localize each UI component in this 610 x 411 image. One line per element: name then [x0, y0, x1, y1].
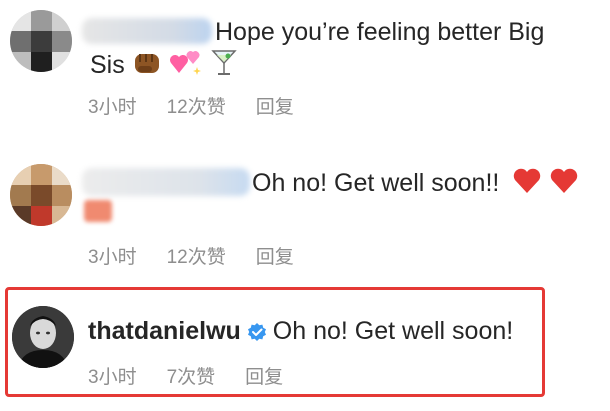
comment-text-line2: Sis	[90, 47, 238, 84]
username[interactable]: thatdanielwu	[88, 317, 241, 345]
cocktail-emoji	[210, 47, 238, 84]
like-count[interactable]: 12次赞	[167, 242, 226, 269]
blurred-username	[82, 18, 212, 44]
red-heart-emoji	[512, 167, 542, 202]
like-count[interactable]: 7次赞	[167, 362, 216, 389]
comment-time: 3小时	[88, 247, 137, 268]
verified-badge-icon	[247, 319, 267, 349]
red-heart-emoji	[549, 167, 579, 202]
fist-emoji	[132, 49, 162, 84]
blurred-emoji	[84, 200, 112, 222]
reply-button[interactable]: 回复	[256, 242, 294, 269]
comment-meta: 3小时 7次赞 回复	[88, 362, 283, 389]
comment-text: thatdanielwu Oh no! Get well soon!	[88, 316, 513, 349]
reply-button[interactable]: 回复	[256, 92, 294, 119]
avatar[interactable]	[10, 164, 72, 226]
comment-meta: 3小时 12次赞 回复	[88, 242, 294, 269]
sparkling-hearts-emoji	[169, 49, 203, 84]
comment-meta: 3小时 12次赞 回复	[88, 92, 294, 119]
reply-button[interactable]: 回复	[245, 362, 283, 389]
like-count[interactable]: 12次赞	[167, 92, 226, 119]
avatar[interactable]	[12, 306, 74, 368]
comment-text: Hope you’re feeling better Big	[215, 18, 545, 46]
comment-text: Oh no! Get well soon!!	[252, 167, 579, 202]
avatar[interactable]	[10, 10, 72, 72]
comment-time: 3小时	[88, 367, 137, 388]
comment-time: 3小时	[88, 97, 137, 118]
blurred-username	[82, 168, 250, 196]
